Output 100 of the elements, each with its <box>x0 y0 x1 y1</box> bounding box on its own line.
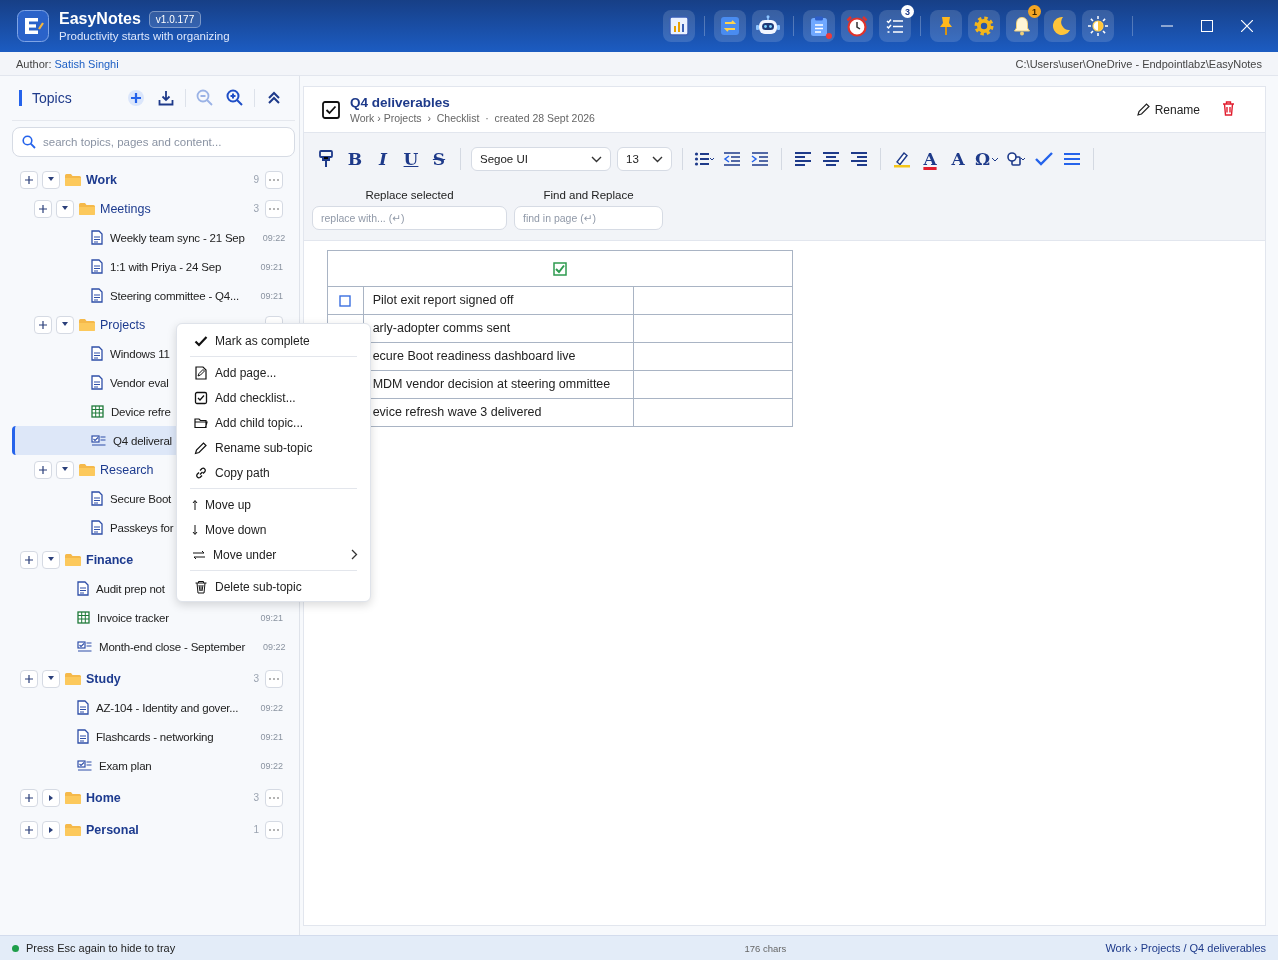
moon-button[interactable] <box>1044 10 1076 42</box>
folder-icon <box>79 202 95 215</box>
swap-button[interactable] <box>714 10 746 42</box>
page-item[interactable]: 1:1 with Priya - 24 Sep 09:21 <box>12 252 295 281</box>
expand-toggle[interactable] <box>42 820 60 839</box>
pin-button[interactable] <box>930 10 962 42</box>
page-item[interactable]: Invoice tracker 09:21 <box>12 603 295 632</box>
page-item[interactable]: AZ-104 - Identity and gover... 09:22 <box>12 693 295 722</box>
menu-item[interactable]: Delete sub-topic <box>177 574 370 599</box>
font-color-button[interactable]: A <box>919 147 941 171</box>
caret-right-icon <box>48 826 54 833</box>
italic-button[interactable]: I <box>372 147 394 171</box>
plus-icon <box>25 825 33 834</box>
clear-format-button[interactable]: A <box>947 147 969 171</box>
page-item[interactable]: Month-end close - September 09:22 <box>12 632 295 661</box>
time-label: 09:22 <box>263 641 286 652</box>
search-icon <box>22 135 36 149</box>
page-item[interactable]: Steering committee - Q4... 09:21 <box>12 281 295 310</box>
pin-icon <box>938 16 954 36</box>
expand-toggle[interactable] <box>42 170 60 189</box>
underline-button[interactable]: U <box>400 147 422 171</box>
zoom-out-icon <box>196 89 214 107</box>
folder-icon <box>65 823 81 836</box>
rename-button[interactable]: Rename <box>1136 102 1200 117</box>
topic-name[interactable]: Research <box>100 462 154 477</box>
find-field[interactable]: find in page (↵) <box>514 206 663 230</box>
document-icon <box>91 230 103 245</box>
alarm-button[interactable] <box>841 10 873 42</box>
menu-item[interactable]: Move up <box>177 492 370 517</box>
bold-button[interactable]: B <box>344 147 366 171</box>
expand-toggle[interactable] <box>56 460 74 479</box>
align-left-icon <box>793 150 813 168</box>
folder-icon <box>65 672 81 685</box>
bullet-list-icon <box>694 150 714 168</box>
strike-button[interactable]: S <box>428 147 450 171</box>
time-label: 09:21 <box>260 731 283 742</box>
page-item[interactable]: Exam plan 09:22 <box>12 751 295 780</box>
page-item[interactable]: Flashcards - networking 09:21 <box>12 722 295 751</box>
clipboard-button[interactable] <box>803 10 835 42</box>
topic-name[interactable]: Finance <box>86 552 134 567</box>
topic-name[interactable]: Personal <box>86 822 139 837</box>
page-item[interactable]: Weekly team sync - 21 Sep 09:22 <box>12 223 295 252</box>
check-all-checkbox[interactable] <box>553 261 567 276</box>
add-topic-button[interactable] <box>125 87 147 109</box>
item-count: 1 <box>253 824 259 835</box>
delete-button[interactable] <box>1222 100 1235 119</box>
topic-name[interactable]: Projects <box>100 317 146 332</box>
font-size-dropdown[interactable]: 13 <box>617 147 672 171</box>
checkmark-icon <box>1034 150 1055 168</box>
minimize-icon <box>1161 25 1173 27</box>
task-list-icon <box>886 18 904 34</box>
bell-button[interactable] <box>1006 10 1038 42</box>
arrow-down-icon <box>192 522 198 537</box>
topic-name[interactable]: Home <box>86 790 121 805</box>
plus-icon <box>128 90 144 106</box>
brightness-button[interactable] <box>1082 10 1114 42</box>
document-icon <box>91 346 103 361</box>
time-label: 09:22 <box>262 232 286 243</box>
settings-button[interactable] <box>968 10 1000 42</box>
document-icon <box>91 375 103 390</box>
topic-name[interactable]: Work <box>86 172 118 187</box>
topic-name[interactable]: Meetings <box>100 201 151 216</box>
file-path: C:\Users\user\OneDrive - Endpointlabz\EasyNotes <box>1015 57 1262 70</box>
trash-icon <box>194 579 208 594</box>
tasks-button[interactable] <box>879 10 911 42</box>
folder-icon <box>194 415 208 430</box>
menu-item[interactable]: Move down <box>177 517 370 542</box>
folder-icon <box>65 791 81 804</box>
search-field[interactable]: search topics, pages and content... <box>12 127 295 157</box>
bar-chart-icon <box>669 16 689 36</box>
expand-toggle[interactable] <box>42 788 60 807</box>
more-icon <box>269 178 279 181</box>
replace-field[interactable]: replace with... (↵) <box>312 206 507 230</box>
topic-name[interactable]: Study <box>86 671 121 686</box>
menu-icon <box>1062 150 1083 168</box>
settings-icon <box>973 15 995 37</box>
robot-button[interactable] <box>752 10 784 42</box>
outdent-icon <box>722 150 742 168</box>
task-checkbox[interactable] <box>339 295 352 308</box>
document-icon <box>77 729 89 744</box>
font-dropdown[interactable]: Segoe UI <box>471 147 611 171</box>
menu-item[interactable]: Move under <box>177 542 370 567</box>
menu-item[interactable]: Copy path <box>177 460 370 485</box>
symbol-button[interactable]: Ω <box>975 147 1000 171</box>
expand-toggle[interactable] <box>56 199 74 218</box>
logo-icon <box>17 10 49 42</box>
caret-down-icon <box>62 206 68 211</box>
item-count: 9 <box>253 174 259 185</box>
checkbox-icon <box>194 390 208 405</box>
swap-arrows-icon <box>720 16 740 36</box>
expand-toggle[interactable] <box>42 550 60 569</box>
plus-icon <box>39 320 47 329</box>
double-chevron-up-icon <box>268 91 280 105</box>
document-edit-icon <box>194 365 208 380</box>
expand-toggle[interactable] <box>42 669 60 688</box>
chart-button[interactable] <box>663 10 695 42</box>
item-count: 3 <box>253 203 259 214</box>
author-name[interactable]: Satish Singhi <box>54 57 119 70</box>
sidebar-title: Topics <box>19 90 72 106</box>
expand-toggle[interactable] <box>56 315 74 334</box>
